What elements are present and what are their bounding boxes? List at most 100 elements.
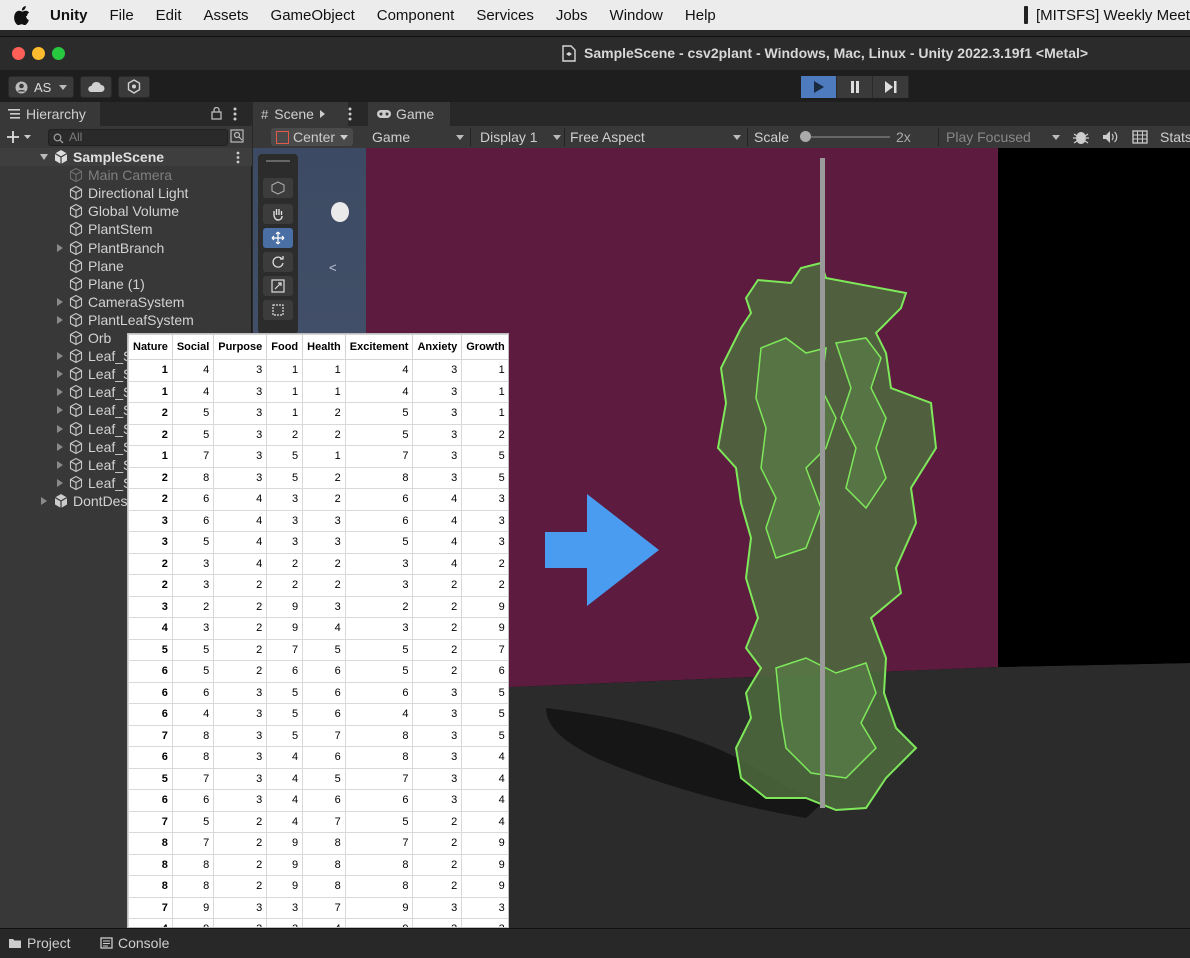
table-cell: 5 xyxy=(266,445,304,468)
tab-hierarchy[interactable]: Hierarchy xyxy=(0,102,100,126)
rect-tool[interactable] xyxy=(263,300,293,320)
menu-component[interactable]: Component xyxy=(366,7,466,24)
collab-button[interactable] xyxy=(118,76,150,98)
kebab-menu-icon[interactable] xyxy=(348,107,352,126)
foldout-closed-icon[interactable] xyxy=(57,388,63,397)
foldout-closed-icon[interactable] xyxy=(57,352,63,361)
menu-app-name[interactable]: Unity xyxy=(44,7,99,24)
rotate-tool[interactable] xyxy=(263,252,293,272)
scale-slider[interactable] xyxy=(800,131,890,142)
close-window-button[interactable] xyxy=(12,47,25,60)
hierarchy-item[interactable]: Main Camera xyxy=(0,166,252,184)
tab-scene[interactable]: # Scene xyxy=(253,102,348,126)
divider xyxy=(470,128,471,146)
table-cell: 5 xyxy=(461,703,508,726)
menu-gameobject[interactable]: GameObject xyxy=(260,7,366,24)
menu-file[interactable]: File xyxy=(99,7,145,24)
table-cell: 5 xyxy=(171,810,215,833)
hierarchy-item[interactable]: PlantStem xyxy=(0,220,252,238)
hierarchy-item[interactable]: PlantBranch xyxy=(0,239,252,257)
hierarchy-item[interactable]: Plane (1) xyxy=(0,275,252,293)
stats-button[interactable]: Stats xyxy=(1160,126,1190,148)
scale-slider-handle[interactable] xyxy=(800,131,811,142)
menubar-status-item[interactable]: [MITSFS] Weekly Meet xyxy=(1024,0,1190,30)
foldout-closed-icon[interactable] xyxy=(41,496,47,505)
table-header-cell: Growth xyxy=(461,334,508,360)
display-dropdown[interactable]: Display 1 xyxy=(480,126,538,148)
table-row: 64356435 xyxy=(128,703,508,726)
table-cell: 3 xyxy=(266,896,304,919)
hierarchy-search-row: All xyxy=(0,126,252,148)
table-cell: 4 xyxy=(171,380,215,403)
filter-icon[interactable] xyxy=(230,129,244,148)
tab-game[interactable]: Game xyxy=(368,102,450,126)
table-cell: 3 xyxy=(128,531,173,554)
gameobject-icon xyxy=(68,276,84,292)
hierarchy-item[interactable]: Plane xyxy=(0,257,252,275)
kebab-menu-icon[interactable] xyxy=(233,107,237,126)
hierarchy-item-label: Leaf_S xyxy=(88,420,133,437)
game-mode-dropdown[interactable]: Game xyxy=(372,126,410,148)
minimize-window-button[interactable] xyxy=(32,47,45,60)
hierarchy-search-input[interactable]: All xyxy=(48,129,228,146)
table-cell: 3 xyxy=(213,896,268,919)
hierarchy-scene-row[interactable]: SampleScene xyxy=(0,148,252,166)
table-cell: 2 xyxy=(213,810,268,833)
hand-tool[interactable] xyxy=(263,204,293,224)
play-button[interactable] xyxy=(801,76,837,98)
tab-console[interactable]: Console xyxy=(100,933,169,953)
foldout-closed-icon[interactable] xyxy=(57,478,63,487)
drag-handle[interactable] xyxy=(266,160,290,162)
foldout-closed-icon[interactable] xyxy=(57,297,63,306)
table-cell: 5 xyxy=(344,423,414,446)
move-tool[interactable] xyxy=(263,228,293,248)
table-cell: 7 xyxy=(302,810,346,833)
foldout-open-icon[interactable] xyxy=(40,154,48,160)
table-cell: 2 xyxy=(128,466,173,489)
hierarchy-item-label: Plane (1) xyxy=(88,275,145,292)
menu-assets[interactable]: Assets xyxy=(193,7,260,24)
hierarchy-item[interactable]: Directional Light xyxy=(0,184,252,202)
menu-help[interactable]: Help xyxy=(674,7,727,24)
gizmos-grid-icon[interactable] xyxy=(1132,130,1148,147)
menu-edit[interactable]: Edit xyxy=(145,7,193,24)
menu-jobs[interactable]: Jobs xyxy=(545,7,599,24)
menu-window[interactable]: Window xyxy=(599,7,674,24)
aspect-dropdown[interactable]: Free Aspect xyxy=(570,126,645,148)
document-icon xyxy=(562,45,576,67)
table-cell: 2 xyxy=(213,638,268,661)
menu-services[interactable]: Services xyxy=(465,7,545,24)
foldout-closed-icon[interactable] xyxy=(57,442,63,451)
lock-icon[interactable] xyxy=(211,106,222,125)
step-button[interactable] xyxy=(873,76,909,98)
foldout-closed-icon[interactable] xyxy=(57,370,63,379)
macos-menubar: Unity File Edit Assets GameObject Compon… xyxy=(0,0,1190,30)
tab-project[interactable]: Project xyxy=(8,933,71,953)
foldout-closed-icon[interactable] xyxy=(57,424,63,433)
table-cell: 2 xyxy=(302,488,346,511)
hierarchy-item[interactable]: Global Volume xyxy=(0,202,252,220)
apple-icon[interactable] xyxy=(0,5,44,25)
pivot-dropdown[interactable]: Center xyxy=(271,128,353,146)
foldout-closed-icon[interactable] xyxy=(57,460,63,469)
pause-button[interactable] xyxy=(837,76,873,98)
kebab-menu-icon[interactable] xyxy=(236,151,240,167)
hierarchy-item[interactable]: PlantLeafSystem xyxy=(0,311,252,329)
zoom-window-button[interactable] xyxy=(52,47,65,60)
foldout-closed-icon[interactable] xyxy=(57,406,63,415)
bug-icon[interactable] xyxy=(1072,129,1090,148)
add-icon[interactable] xyxy=(6,129,32,150)
audio-icon[interactable] xyxy=(1102,130,1118,147)
view-tool-cube[interactable] xyxy=(263,178,293,198)
table-cell: 6 xyxy=(171,509,215,532)
table-cell: 2 xyxy=(266,574,304,597)
table-cell: 9 xyxy=(461,853,508,876)
play-focused-dropdown[interactable]: Play Focused xyxy=(946,126,1031,148)
foldout-closed-icon[interactable] xyxy=(57,243,63,252)
foldout-closed-icon[interactable] xyxy=(57,315,63,324)
cloud-button[interactable] xyxy=(80,76,112,98)
hierarchy-item[interactable]: CameraSystem xyxy=(0,293,252,311)
account-dropdown[interactable]: AS xyxy=(8,76,74,98)
game-tabbar: Game xyxy=(366,102,1190,126)
scale-tool[interactable] xyxy=(263,276,293,296)
